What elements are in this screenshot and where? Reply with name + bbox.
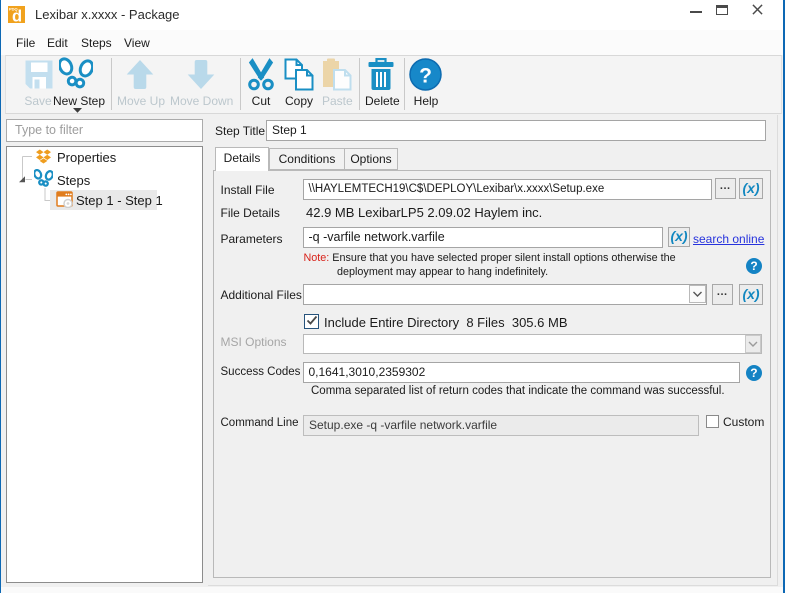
svg-text:d: d: [12, 7, 22, 23]
svg-text:?: ?: [419, 65, 432, 88]
